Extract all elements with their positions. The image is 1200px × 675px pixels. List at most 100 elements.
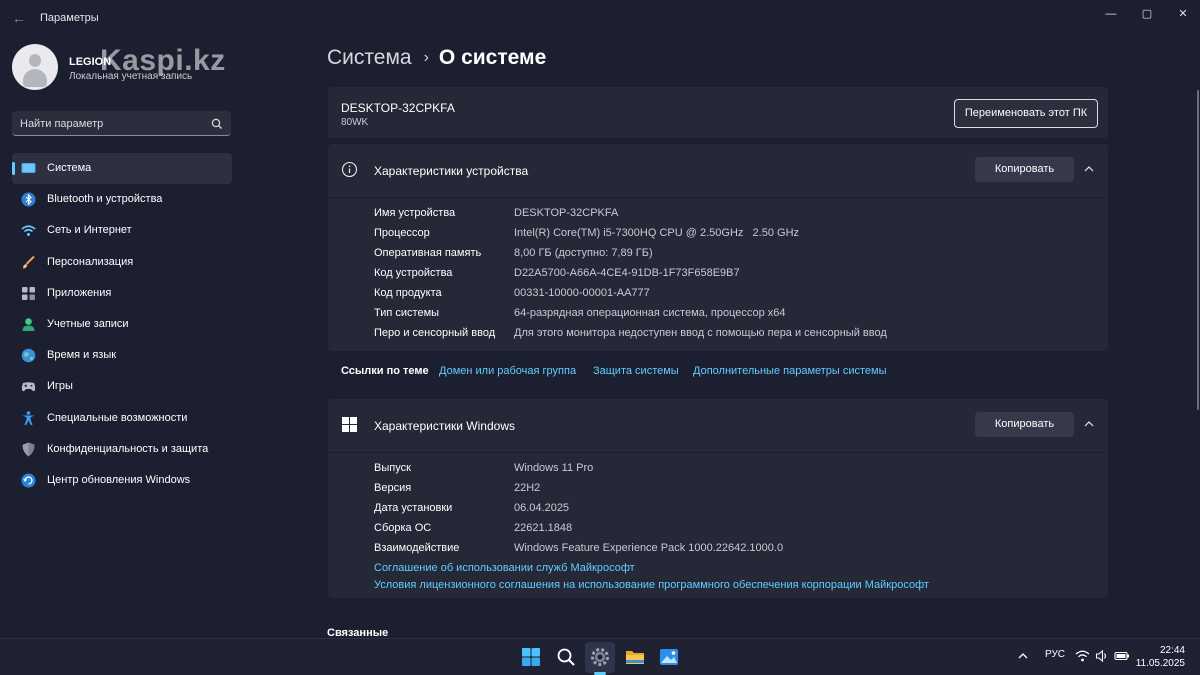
accounts-icon xyxy=(22,318,35,331)
chevron-up-icon[interactable] xyxy=(1016,649,1030,663)
link-services-agreement[interactable]: Соглашение об использовании служб Майкро… xyxy=(374,562,635,574)
sidebar-item-label: Специальные возможности xyxy=(47,411,188,424)
spec-key: Дата установки xyxy=(374,502,453,514)
sidebar-item-privacy[interactable]: Конфиденциальность и защита xyxy=(12,434,232,465)
clock-date[interactable]: 11.05.2025 xyxy=(1130,658,1185,669)
sidebar-item-gaming[interactable]: Игры xyxy=(12,371,232,402)
related-links-label: Ссылки по теме xyxy=(341,365,429,377)
search-box[interactable] xyxy=(12,111,231,136)
search-icon[interactable] xyxy=(210,117,224,131)
chevron-up-icon[interactable] xyxy=(1082,162,1096,176)
sidebar-item-personalization[interactable]: Персонализация xyxy=(12,247,232,278)
spec-value: 64-разрядная операционная система, проце… xyxy=(514,307,786,319)
spec-key: Код продукта xyxy=(374,287,442,299)
device-specs-header[interactable]: Характеристики устройства Копировать xyxy=(328,144,1108,197)
scrollbar[interactable] xyxy=(1197,90,1199,410)
close-button[interactable]: ✕ xyxy=(1165,4,1200,24)
spec-key: Код устройства xyxy=(374,267,453,279)
avatar-head-shape xyxy=(29,54,41,67)
spec-key: Сборка ОС xyxy=(374,522,432,534)
update-icon xyxy=(21,473,36,488)
search-input[interactable] xyxy=(20,115,200,132)
spec-row-edition: Выпуск Windows 11 Pro xyxy=(374,460,1094,480)
breadcrumb-parent[interactable]: Система xyxy=(327,46,412,69)
pc-model: 80WK xyxy=(341,117,369,128)
spec-key: Версия xyxy=(374,482,412,494)
windows-specs-card: Характеристики Windows Копировать Выпуск… xyxy=(328,399,1108,598)
sidebar-item-label: Сеть и Интернет xyxy=(47,224,132,237)
gamepad-icon xyxy=(21,382,36,392)
spec-key: Взаимодействие xyxy=(374,542,460,554)
windows-logo-icon xyxy=(342,417,357,432)
sidebar-item-accessibility[interactable]: Специальные возможности xyxy=(12,403,232,434)
spec-key: Процессор xyxy=(374,227,430,239)
spec-row-ram: Оперативная память 8,00 ГБ (доступно: 7,… xyxy=(374,245,1094,265)
shield-icon xyxy=(22,442,35,457)
system-icon xyxy=(21,163,36,173)
file-explorer-icon[interactable] xyxy=(624,646,646,668)
device-specs-title: Характеристики устройства xyxy=(374,164,529,178)
avatar[interactable] xyxy=(12,44,58,90)
link-advanced-system-settings[interactable]: Дополнительные параметры системы xyxy=(693,365,887,377)
spec-value: 00331-10000-00001-AA777 xyxy=(514,287,650,299)
avatar-body-shape xyxy=(23,69,47,87)
search-icon[interactable] xyxy=(555,646,577,668)
breadcrumb: Система › О системе xyxy=(327,46,546,70)
sidebar-item-label: Персонализация xyxy=(47,255,134,268)
spec-row-experience: Взаимодействие Windows Feature Experienc… xyxy=(374,540,1094,560)
link-license-terms[interactable]: Условия лицензионного соглашения на испо… xyxy=(374,579,929,591)
sidebar-item-label: Игры xyxy=(47,380,73,393)
settings-icon[interactable] xyxy=(589,646,611,668)
spec-row-install-date: Дата установки 06.04.2025 xyxy=(374,500,1094,520)
link-domain-workgroup[interactable]: Домен или рабочая группа xyxy=(439,365,576,377)
sidebar-item-time-language[interactable]: Время и язык xyxy=(12,340,232,371)
title-bar: ← Параметры — ▢ ✕ xyxy=(0,0,1200,36)
sidebar-item-accounts[interactable]: Учетные записи xyxy=(12,309,232,340)
sidebar-item-label: Конфиденциальность и защита xyxy=(47,442,209,455)
spec-key: Выпуск xyxy=(374,462,411,474)
chevron-up-icon[interactable] xyxy=(1082,417,1096,431)
windows-specs-body: Выпуск Windows 11 Pro Версия 22H2 Дата у… xyxy=(328,452,1108,591)
start-icon[interactable] xyxy=(520,646,542,668)
minimize-button[interactable]: — xyxy=(1093,4,1129,24)
spec-value: 8,00 ГБ (доступно: 7,89 ГБ) xyxy=(514,247,653,259)
spec-value: 22H2 xyxy=(514,482,541,494)
spec-row-os-build: Сборка ОС 22621.1848 xyxy=(374,520,1094,540)
windows-specs-header[interactable]: Характеристики Windows Копировать xyxy=(328,399,1108,452)
copy-device-specs-button[interactable]: Копировать xyxy=(975,157,1074,182)
volume-icon[interactable] xyxy=(1095,649,1109,663)
sidebar-item-apps[interactable]: Приложения xyxy=(12,278,232,309)
clock-time[interactable]: 22:44 xyxy=(1155,645,1185,656)
brush-icon xyxy=(23,255,35,269)
link-system-protection[interactable]: Защита системы xyxy=(593,365,679,377)
spec-row-device-name: Имя устройства DESKTOP-32CPKFA xyxy=(374,205,1094,225)
spec-row-pen-touch: Перо и сенсорный ввод Для этого монитора… xyxy=(374,325,1094,345)
copy-windows-specs-button[interactable]: Копировать xyxy=(975,412,1074,437)
maximize-button[interactable]: ▢ xyxy=(1129,4,1165,24)
spec-value: DESKTOP-32CPKFA xyxy=(514,207,619,219)
device-specs-body: Имя устройства DESKTOP-32CPKFA Процессор… xyxy=(328,197,1108,339)
battery-icon[interactable] xyxy=(1114,649,1130,663)
rename-pc-button[interactable]: Переименовать этот ПК xyxy=(954,99,1098,128)
sidebar-item-label: Время и язык xyxy=(47,349,117,362)
settings-window: ← Параметры — ▢ ✕ LEGION Локальная учетн… xyxy=(0,0,1200,639)
spec-row-system-type: Тип системы 64-разрядная операционная си… xyxy=(374,305,1094,325)
spec-value: 06.04.2025 xyxy=(514,502,570,514)
accessibility-icon xyxy=(22,410,35,425)
back-button[interactable]: ← xyxy=(8,8,30,28)
wifi-icon[interactable] xyxy=(1075,649,1090,663)
sidebar-item-bluetooth[interactable]: Bluetooth и устройства xyxy=(12,184,232,215)
photos-icon[interactable] xyxy=(658,646,680,668)
globe-icon xyxy=(21,348,36,363)
sidebar-item-system[interactable]: Система xyxy=(12,153,232,185)
related-links-bar: Ссылки по теме Домен или рабочая группа … xyxy=(328,352,1108,392)
bluetooth-icon xyxy=(21,192,36,207)
spec-row-product-id: Код продукта 00331-10000-00001-AA777 xyxy=(374,285,1094,305)
spec-row-version: Версия 22H2 xyxy=(374,480,1094,500)
input-language[interactable]: РУС xyxy=(1045,649,1065,660)
spec-value: Intel(R) Core(TM) i5-7300HQ CPU @ 2.50GH… xyxy=(514,227,800,239)
sidebar-item-windows-update[interactable]: Центр обновления Windows xyxy=(12,465,232,496)
windows-specs-title: Характеристики Windows xyxy=(374,419,515,433)
sidebar-item-label: Bluetooth и устройства xyxy=(47,193,163,206)
sidebar-item-network[interactable]: Сеть и Интернет xyxy=(12,215,232,246)
